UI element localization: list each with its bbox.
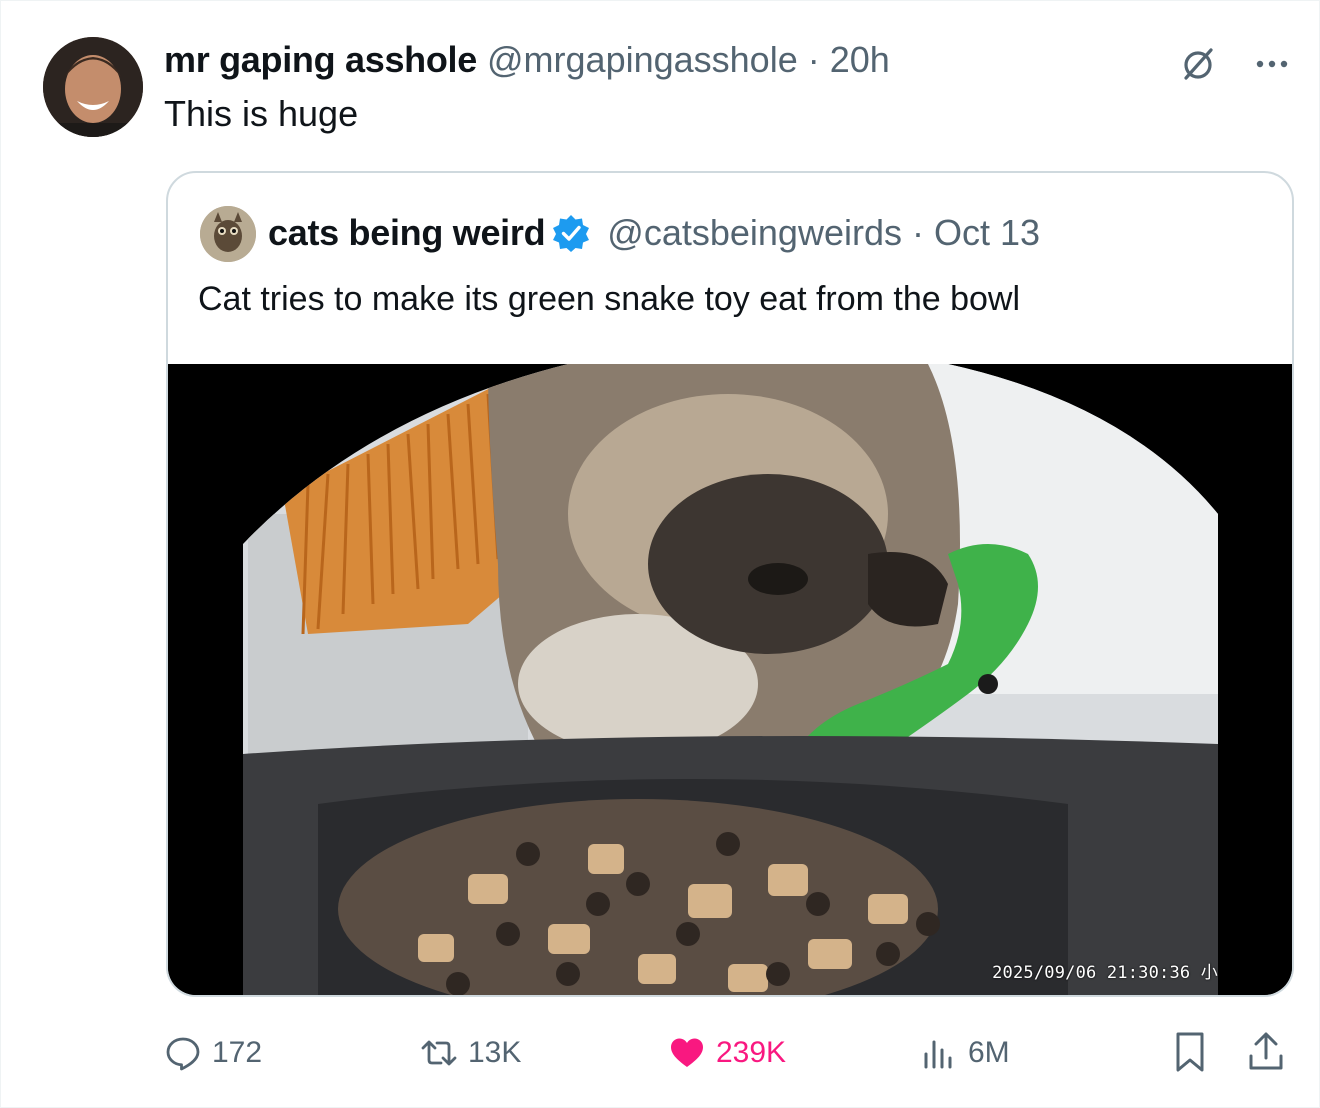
grok-icon[interactable] [1178,44,1218,84]
author-avatar[interactable] [43,37,143,137]
video-thumbnail[interactable]: 2025/09/06 21:30:36 小 [168,364,1292,995]
like-count: 239K [716,1036,787,1069]
repost-button[interactable]: 13K [420,1025,521,1081]
post-time[interactable]: 20h [830,39,890,80]
separator-dot: · [912,212,924,253]
quoted-post-header: cats being weird @catsbeingweirds · Oct … [268,211,1040,255]
verified-badge-icon [553,215,590,252]
views-icon [924,1040,952,1069]
repost-count: 13K [468,1036,522,1069]
author-handle[interactable]: @mrgapingasshole [487,39,798,80]
reply-button[interactable]: 172 [164,1025,262,1081]
reply-count: 172 [212,1036,263,1069]
views-count: 6M [968,1036,1010,1069]
quoted-author-name[interactable]: cats being weird [268,212,546,253]
action-bar: 172 13K 239K 6M [0,1025,1320,1081]
post-header: mr gaping asshole @mrgapingasshole · 20h [164,38,890,82]
more-icon[interactable] [1252,44,1292,84]
views-button[interactable]: 6M [920,1025,1010,1081]
quoted-author-handle[interactable]: @catsbeingweirds [607,212,902,253]
separator-dot: · [807,39,820,80]
repost-icon [421,1040,457,1066]
reply-icon [166,1037,200,1071]
author-name[interactable]: mr gaping asshole [164,39,477,80]
quoted-post[interactable]: cats being weird @catsbeingweirds · Oct … [166,171,1294,997]
share-icon[interactable] [1246,1030,1286,1074]
video-timestamp-overlay: 2025/09/06 21:30:36 小 [992,963,1218,983]
post-text: This is huge [164,93,359,134]
like-button[interactable]: 239K [668,1025,786,1081]
like-icon [671,1038,703,1067]
quoted-post-text: Cat tries to make its green snake toy ea… [198,280,1021,318]
quoted-author-avatar[interactable] [200,206,256,262]
quoted-post-date[interactable]: Oct 13 [934,212,1040,253]
bookmark-icon[interactable] [1170,1030,1210,1074]
